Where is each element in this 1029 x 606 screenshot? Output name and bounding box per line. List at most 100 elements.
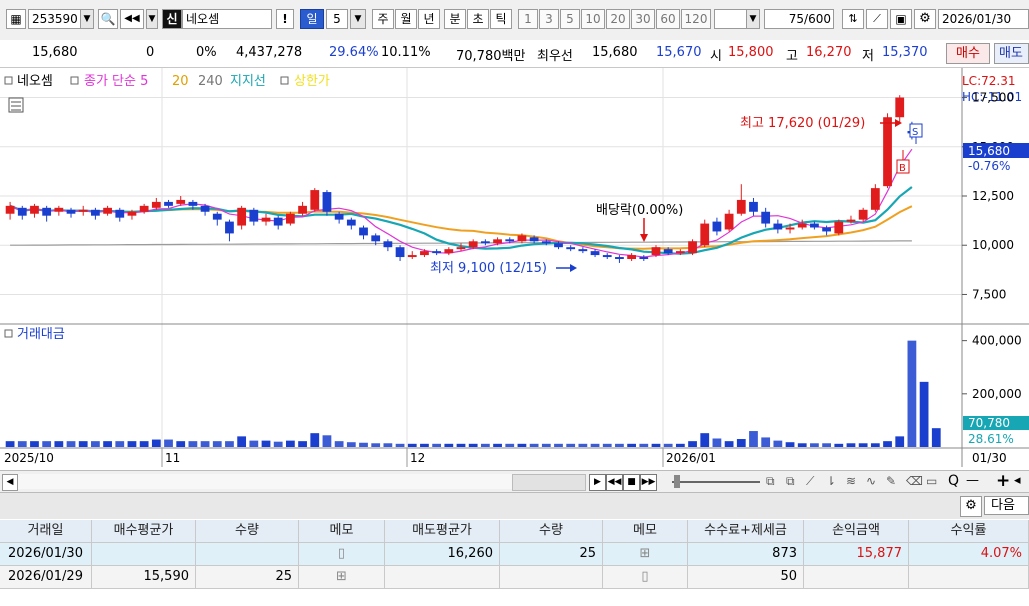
zoom-slider-handle[interactable] (674, 475, 680, 488)
prev-stock-icon[interactable]: ◀◀ (120, 9, 144, 29)
price-change-pct: 0% (196, 45, 217, 60)
row1-buy-qty[interactable] (196, 543, 299, 566)
volume-bar (870, 443, 880, 447)
line-draw-icon[interactable]: ⟋ (806, 474, 824, 489)
buy-button[interactable]: 매수 (946, 43, 990, 64)
volume-bar (468, 443, 478, 447)
row2-sell-avg[interactable] (385, 566, 500, 589)
scroll-track[interactable] (18, 474, 512, 489)
tools-icon[interactable]: ⟋ (866, 9, 888, 29)
stock-nav-dropdown-icon[interactable]: ▼ (146, 9, 158, 29)
stop-icon[interactable]: ■ (623, 474, 640, 491)
play-icon[interactable]: ▶ (589, 474, 606, 491)
candle-body (517, 235, 527, 242)
row2-buy-avg[interactable]: 15,590 (92, 566, 196, 589)
legend-upper-limit: 상한가 (294, 74, 330, 89)
period-minute-button[interactable]: 분 (444, 9, 466, 29)
trend-icon[interactable]: ⇂ (826, 474, 844, 489)
date-label-nov: 11 (165, 451, 180, 465)
row2-return[interactable] (909, 566, 1029, 589)
row2-date[interactable]: 2026/01/29 (0, 566, 92, 589)
scroll-right-icon[interactable]: ◂ (1014, 473, 1028, 489)
volume-bar (17, 441, 27, 447)
minute-60-button[interactable]: 60 (656, 9, 680, 29)
volume-bar (54, 441, 64, 447)
period-tick-button[interactable]: 틱 (490, 9, 512, 29)
minute-1-button[interactable]: 1 (518, 9, 538, 29)
row2-buy-qty[interactable]: 25 (196, 566, 299, 589)
chart-canvas[interactable]: 네오셈 종가 단순 5 20 240 지지선 상한가 LC:72.31 HC:-… (0, 68, 1029, 467)
period-month-button[interactable]: 월 (395, 9, 417, 29)
minute-10-button[interactable]: 10 (581, 9, 605, 29)
alert-button[interactable]: ! (276, 9, 294, 29)
candle-body (310, 190, 320, 210)
row1-return[interactable]: 4.07% (909, 543, 1029, 566)
fast-forward-icon[interactable]: ▶▶ (640, 474, 657, 491)
sell-button[interactable]: 매도 (994, 43, 1029, 64)
row1-pnl[interactable]: 15,877 (804, 543, 909, 566)
row2-pnl[interactable] (804, 566, 909, 589)
row2-sell-memo-icon[interactable]: ▯ (603, 566, 688, 589)
minute-20-button[interactable]: 20 (606, 9, 630, 29)
zoom-slider[interactable] (672, 481, 760, 483)
zoom-search-icon[interactable]: Q (948, 473, 962, 489)
volume-bar (700, 433, 710, 447)
row1-sell-memo-icon[interactable]: ⊞ (603, 543, 688, 566)
price-chart[interactable]: 네오셈 종가 단순 5 20 240 지지선 상한가 LC:72.31 HC:-… (0, 68, 1029, 467)
pen-icon[interactable]: ✎ (886, 474, 904, 489)
zoom-out-icon[interactable]: — (966, 473, 980, 489)
row1-sell-avg[interactable]: 16,260 (385, 543, 500, 566)
rewind-icon[interactable]: ◀◀ (606, 474, 623, 491)
row1-buy-avg[interactable] (92, 543, 196, 566)
period-dropdown-icon[interactable]: ▼ (350, 9, 366, 29)
period-day-button[interactable]: 일 (300, 9, 324, 29)
minute-120-button[interactable]: 120 (681, 9, 711, 29)
period-week-button[interactable]: 주 (372, 9, 394, 29)
minute-30-button[interactable]: 30 (631, 9, 655, 29)
wave-icon[interactable]: ∿ (866, 474, 884, 489)
stock-name-field[interactable]: 네오셈 (182, 9, 272, 29)
compare-icon[interactable]: ⇅ (842, 9, 864, 29)
menu-icon[interactable]: ▦ (6, 9, 26, 29)
count-field[interactable]: 75/600 (764, 9, 834, 29)
candle-body (78, 209, 88, 212)
code-dropdown-icon[interactable]: ▼ (80, 9, 94, 29)
row1-date[interactable]: 2026/01/30 (0, 543, 92, 566)
current-price: 15,680 (32, 45, 78, 60)
period-num-field[interactable]: 5 (326, 9, 348, 29)
col-buy-memo: 메모 (299, 520, 385, 543)
scroll-left-icon[interactable]: ◀ (2, 474, 18, 491)
row1-fee[interactable]: 873 (688, 543, 804, 566)
date-field[interactable]: 2026/01/30 (938, 9, 1029, 29)
panel-settings-gear-icon[interactable]: ⚙ (960, 496, 982, 517)
settings-gear-icon[interactable]: ⚙ (914, 9, 936, 29)
volume-bar (420, 443, 429, 447)
period-year-button[interactable]: 년 (418, 9, 440, 29)
price-tick-label: 12,500 (972, 189, 1014, 203)
volume-bar (554, 443, 563, 447)
fibonacci-icon[interactable]: ≋ (846, 474, 864, 489)
compare-chart-icon[interactable]: ⧉ (786, 474, 804, 489)
scroll-thumb[interactable] (512, 474, 586, 491)
candle-body (602, 255, 612, 258)
candle-body (700, 223, 710, 246)
candle-body (810, 223, 819, 228)
screenshot-icon[interactable]: ▭ (926, 474, 944, 489)
eraser-icon[interactable]: ⌫ (906, 474, 924, 489)
zoom-in-icon[interactable]: + (996, 471, 1010, 491)
minute-3-button[interactable]: 3 (539, 9, 559, 29)
row1-sell-qty[interactable]: 25 (500, 543, 603, 566)
custom-period-dropdown-icon[interactable]: ▼ (746, 9, 760, 29)
volume-bar (407, 443, 417, 447)
row2-fee[interactable]: 50 (688, 566, 804, 589)
period-second-button[interactable]: 초 (467, 9, 489, 29)
chart-type-icon[interactable]: ⧉ (766, 474, 784, 489)
row2-buy-memo-icon[interactable]: ⊞ (299, 566, 385, 589)
col-fee: 수수료+제세금 (688, 520, 804, 543)
row1-buy-memo-icon[interactable]: ▯ (299, 543, 385, 566)
row2-sell-qty[interactable] (500, 566, 603, 589)
search-icon[interactable]: 🔍 (98, 9, 118, 29)
minute-5-button[interactable]: 5 (560, 9, 580, 29)
next-button[interactable]: 다음 (984, 496, 1029, 515)
save-icon[interactable]: ▣ (890, 9, 912, 29)
